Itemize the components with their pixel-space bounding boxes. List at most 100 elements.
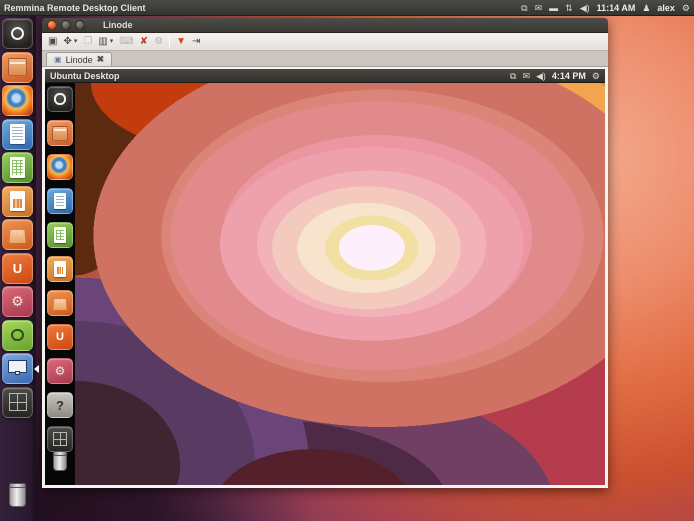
- tab-close-icon[interactable]: ✖: [97, 54, 105, 65]
- running-indicator-arrow: [45, 402, 48, 408]
- spreadsheet-icon: [54, 227, 67, 244]
- remote-clock[interactable]: 4:14 PM: [552, 71, 586, 81]
- remote-launcher-item-software-center[interactable]: [47, 290, 73, 316]
- sync-icon[interactable]: ⇅: [565, 0, 573, 16]
- gear-icon: ⚙: [55, 364, 66, 378]
- remote-launcher-item-trash[interactable]: [47, 448, 73, 474]
- window-titlebar[interactable]: Linode: [42, 18, 608, 33]
- remote-top-panel: Ubuntu Desktop ⧉ ✉ ◀) 4:14 PM ⚙: [45, 69, 605, 83]
- presentation-icon: [10, 191, 25, 211]
- remote-mail-icon[interactable]: ✉: [522, 69, 530, 84]
- maximize-button[interactable]: [75, 20, 85, 30]
- remote-viewport[interactable]: Ubuntu Desktop ⧉ ✉ ◀) 4:14 PM ⚙: [42, 67, 608, 488]
- ubuntu-logo-icon: [54, 93, 65, 104]
- launcher-item-remmina[interactable]: [2, 353, 33, 384]
- launcher-item-workspace-switcher[interactable]: [2, 387, 33, 418]
- launcher-item-ubuntu-one[interactable]: U: [2, 253, 33, 284]
- tab-screen-icon: ▣: [54, 55, 62, 64]
- remote-launcher-item-ubuntu-one[interactable]: U: [47, 324, 73, 350]
- trash-slot: [0, 480, 33, 514]
- spreadsheet-icon: [10, 157, 25, 177]
- remote-launcher-item-system-settings[interactable]: ⚙: [47, 358, 73, 384]
- fullscreen-button[interactable]: ✥: [63, 34, 71, 50]
- top-panel: Remmina Remote Desktop Client ⧉ ✉ ▬ ⇅ ◀)…: [0, 0, 694, 16]
- launcher-item-firefox[interactable]: [2, 85, 33, 116]
- close-button[interactable]: [47, 20, 57, 30]
- minimize-tray-button[interactable]: ▼: [176, 34, 186, 50]
- grab-dropdown[interactable]: ▾: [110, 34, 114, 50]
- shopping-bag-icon: [53, 299, 66, 310]
- remote-indicator-tray: ⧉ ✉ ◀) 4:14 PM ⚙: [510, 69, 600, 84]
- user-menu[interactable]: alex: [657, 3, 675, 13]
- ubuntu-ring-icon: [11, 329, 23, 341]
- launcher-item-home-folder[interactable]: [2, 52, 33, 83]
- remote-launcher-item-firefox[interactable]: [47, 154, 73, 180]
- document-icon: [54, 193, 67, 210]
- remote-launcher-item-libreoffice-calc[interactable]: [47, 222, 73, 248]
- remote-launcher-item-libreoffice-writer[interactable]: [47, 188, 73, 214]
- folder-icon: [52, 126, 68, 141]
- settings-button[interactable]: ⚙: [154, 34, 163, 50]
- app-menu-title: Remmina Remote Desktop Client: [4, 3, 146, 13]
- mail-icon[interactable]: ✉: [535, 0, 543, 16]
- screen: Remmina Remote Desktop Client ⧉ ✉ ▬ ⇅ ◀)…: [0, 0, 694, 521]
- tab-label: Linode: [66, 55, 93, 65]
- volume-icon[interactable]: ◀): [580, 0, 590, 16]
- gear-icon: ⚙: [11, 293, 24, 310]
- launcher-item-libreoffice-impress[interactable]: [2, 186, 33, 217]
- running-indicator-arrow: [0, 365, 4, 373]
- remmina-window: Linode ▣ ✥ ▾ ❐ ▥ ▾ ⌨ ✘ ⚙ ▼ ⇥ ▣ Linode ✖: [42, 18, 608, 488]
- workspace-grid-icon: [53, 432, 68, 447]
- grab-keyboard-button[interactable]: ▥: [98, 34, 107, 50]
- remote-launcher-item-home-folder[interactable]: [47, 120, 73, 146]
- tools-button[interactable]: ✘: [140, 34, 148, 50]
- session-gear-icon[interactable]: ⚙: [682, 0, 690, 16]
- launcher-item-system-settings[interactable]: ⚙: [2, 286, 33, 317]
- folder-icon: [8, 58, 28, 76]
- remote-desktop-icon: [8, 360, 27, 373]
- tab-linode[interactable]: ▣ Linode ✖: [46, 52, 112, 66]
- launcher-item-dash-home[interactable]: [2, 18, 33, 49]
- remote-unity-launcher: U ⚙ ?: [45, 83, 75, 485]
- window-title: Linode: [103, 20, 133, 30]
- clock[interactable]: 11:14 AM: [597, 3, 636, 13]
- network-icon[interactable]: ⧉: [521, 0, 527, 16]
- remote-launcher-item-help[interactable]: ?: [47, 392, 73, 418]
- trash-icon: [9, 484, 25, 507]
- focused-indicator-arrow: [30, 365, 39, 373]
- launcher-item-software-center[interactable]: [2, 219, 33, 250]
- launcher-item-software-updater[interactable]: [2, 320, 33, 351]
- remote-launcher-item-dash-home[interactable]: [47, 86, 73, 112]
- unity-launcher: U ⚙: [0, 16, 36, 521]
- launcher-item-libreoffice-writer[interactable]: [2, 119, 33, 150]
- shopping-bag-icon: [9, 230, 25, 243]
- remote-trash-slot: [45, 448, 73, 482]
- indicator-tray: ⧉ ✉ ▬ ⇅ ◀) 11:14 AM ♟ alex ⚙: [521, 0, 690, 16]
- remote-desktop-wallpaper: [75, 83, 605, 485]
- remote-volume-icon[interactable]: ◀): [536, 69, 546, 84]
- connect-button[interactable]: ▣: [48, 34, 57, 50]
- document-icon: [10, 124, 25, 144]
- disconnect-button[interactable]: ⇥: [192, 34, 200, 50]
- ubuntu-logo-icon: [11, 27, 24, 40]
- launcher-item-trash[interactable]: [2, 480, 33, 511]
- remote-launcher-item-libreoffice-impress[interactable]: [47, 256, 73, 282]
- tab-bar: ▣ Linode ✖: [42, 51, 608, 67]
- presentation-icon: [54, 261, 67, 278]
- ubuntu-one-letter: U: [13, 261, 22, 276]
- launcher-item-libreoffice-calc[interactable]: [2, 152, 33, 183]
- battery-icon[interactable]: ▬: [549, 0, 558, 16]
- remote-session-gear-icon[interactable]: ⚙: [592, 69, 600, 84]
- workspace-grid-icon: [9, 393, 27, 411]
- scaled-mode-button[interactable]: ❐: [83, 34, 92, 50]
- keyboard-button[interactable]: ⌨: [119, 34, 133, 50]
- remote-desktop[interactable]: Ubuntu Desktop ⧉ ✉ ◀) 4:14 PM ⚙: [45, 69, 605, 485]
- user-icon: ♟: [642, 0, 650, 16]
- remote-network-icon[interactable]: ⧉: [510, 69, 516, 84]
- fullscreen-dropdown[interactable]: ▾: [74, 34, 78, 50]
- remmina-toolbar: ▣ ✥ ▾ ❐ ▥ ▾ ⌨ ✘ ⚙ ▼ ⇥: [42, 33, 608, 51]
- trash-icon: [53, 452, 66, 471]
- minimize-button[interactable]: [61, 20, 71, 30]
- help-question-mark: ?: [56, 398, 64, 413]
- remote-panel-title: Ubuntu Desktop: [50, 71, 120, 81]
